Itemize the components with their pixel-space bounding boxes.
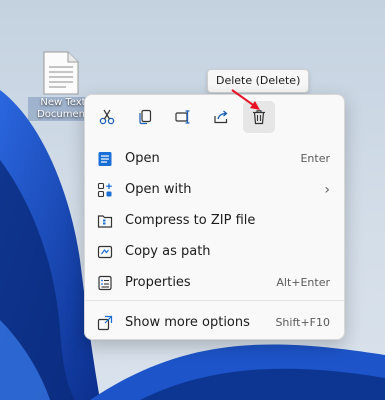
- delete-icon: [253, 110, 265, 125]
- more-options-icon: [97, 315, 113, 331]
- menu-item-label: Compress to ZIP file: [125, 213, 256, 228]
- copy-icon: [139, 109, 152, 125]
- notepad-icon: [98, 152, 112, 166]
- menu-item-label: Properties: [125, 275, 191, 290]
- copy-button[interactable]: [129, 101, 161, 133]
- chevron-right-icon: ›: [324, 182, 330, 198]
- menu-item-label: Open with: [125, 182, 192, 197]
- properties-icon: [98, 275, 112, 291]
- delete-button[interactable]: [243, 101, 275, 133]
- rename-icon: [175, 110, 190, 124]
- copy-path-icon: [97, 245, 113, 259]
- rename-button[interactable]: [167, 101, 199, 133]
- menu-item-compress-zip[interactable]: Compress to ZIP file: [89, 207, 340, 235]
- menu-item-label: Copy as path: [125, 244, 211, 259]
- menu-item-shortcut: Alt+Enter: [276, 276, 330, 289]
- open-with-icon: [97, 182, 112, 198]
- menu-item-shortcut: Enter: [300, 152, 330, 165]
- delete-tooltip: Delete (Delete): [207, 69, 310, 93]
- cut-icon: [99, 109, 115, 125]
- menu-item-show-more-options[interactable]: Show more options Shift+F10: [89, 309, 340, 337]
- menu-item-copy-as-path[interactable]: Copy as path: [89, 238, 340, 266]
- share-icon: [214, 110, 228, 124]
- zip-folder-icon: [97, 215, 113, 228]
- context-menu: Open Enter Open with › Compress to ZIP f…: [84, 94, 345, 340]
- menu-item-label: Show more options: [125, 315, 250, 330]
- menu-item-open[interactable]: Open Enter: [89, 145, 340, 173]
- menu-separator: [85, 300, 344, 301]
- menu-item-label: Open: [125, 151, 160, 166]
- menu-item-properties[interactable]: Properties Alt+Enter: [89, 269, 340, 297]
- menu-item-shortcut: Shift+F10: [275, 316, 330, 329]
- share-button[interactable]: [205, 101, 237, 133]
- menu-item-open-with[interactable]: Open with ›: [89, 176, 340, 204]
- cut-button[interactable]: [91, 101, 123, 133]
